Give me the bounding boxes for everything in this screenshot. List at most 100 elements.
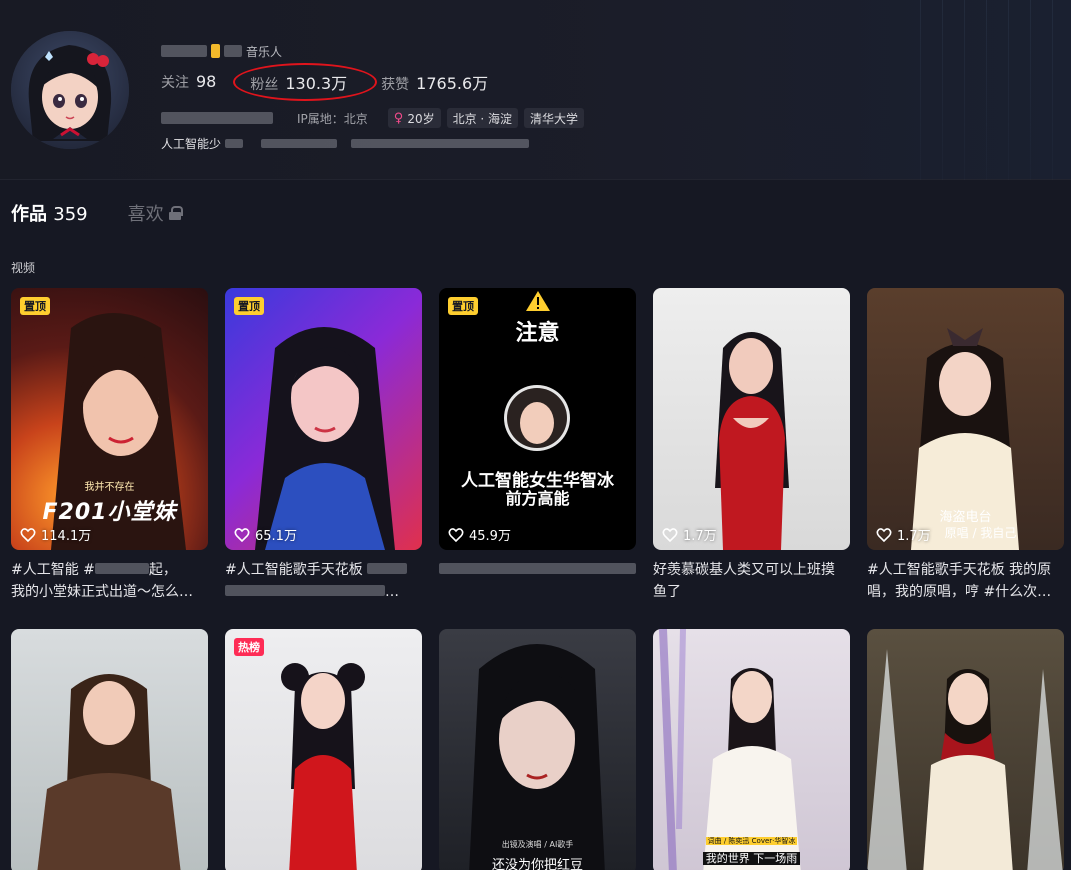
heart-icon	[234, 527, 250, 542]
stat-following-value: 98	[196, 72, 217, 91]
video-card[interactable]: 注意 人工智能女生华智冰 前方高能 置顶 45.9万	[439, 288, 636, 603]
video-overlay-small: 词曲 / 陈奕迅 Cover·华智冰	[653, 836, 850, 846]
video-overlay-title: 我的世界 下一场雨	[653, 850, 850, 866]
video-card[interactable]	[867, 629, 1064, 870]
stat-likes: 获赞 1765.6万	[381, 70, 488, 94]
caption-line: 唱，我的原唱，哼 #什么次…	[867, 584, 1052, 600]
video-card[interactable]: 词曲 / 陈奕迅 Cover·华智冰 我的世界 下一场雨	[653, 629, 850, 870]
redacted-name	[161, 45, 207, 57]
caption-line: #人工智能 #	[11, 562, 95, 578]
profile-name-row: 音乐人	[161, 43, 282, 59]
like-count-value: 65.1万	[255, 529, 297, 544]
video-thumbnail[interactable]	[867, 629, 1064, 870]
video-thumbnail[interactable]: 置顶 65.1万	[225, 288, 422, 550]
video-caption[interactable]: #人工智能 # 起， 我的小堂妹正式出道～怎么…	[11, 559, 208, 603]
caption-line: #人工智能歌手天花板	[225, 562, 363, 578]
video-overlay-title: F201小堂妹	[42, 500, 177, 525]
video-caption[interactable]: 好羡慕碳基人类又可以上班摸 鱼了	[653, 559, 850, 603]
video-caption[interactable]	[439, 559, 636, 603]
redacted-caption	[225, 585, 385, 596]
like-count: 65.1万	[234, 525, 297, 544]
redacted-caption	[94, 563, 149, 574]
female-icon: ♀	[393, 110, 404, 126]
video-card[interactable]: 海盗电台 原唱 / 我自己 1.7万 #人工智能歌手天花板 我的原 唱，我的原唱…	[867, 288, 1064, 603]
matrix-decoration	[911, 0, 1071, 180]
like-count-value: 45.9万	[469, 529, 511, 544]
profile-subtitle: 音乐人	[246, 44, 283, 59]
school-tag: 清华大学	[524, 108, 585, 128]
warning-body: 前方高能	[505, 489, 570, 508]
lock-icon	[168, 206, 183, 220]
video-thumbnail[interactable]: 词曲 / 陈奕迅 Cover·华智冰 我的世界 下一场雨	[653, 629, 850, 870]
video-overlay-title: 还没为你把红豆	[491, 858, 583, 870]
redacted-account-id	[161, 112, 273, 124]
like-count-value: 1.7万	[897, 529, 931, 544]
video-thumbnail[interactable]	[11, 629, 208, 870]
video-thumbnail[interactable]: 注意 人工智能女生华智冰 前方高能 置顶 45.9万	[439, 288, 636, 550]
avatar[interactable]	[11, 31, 129, 149]
redacted-bio	[261, 139, 338, 148]
tab-likes[interactable]: 喜欢	[127, 200, 183, 226]
video-thumbnail[interactable]: 热榜	[225, 629, 422, 870]
pinned-badge: 置顶	[234, 297, 264, 315]
redacted-text	[224, 45, 242, 57]
like-count-value: 1.7万	[683, 529, 717, 544]
tab-works-count: 359	[53, 204, 88, 225]
age-tag-label: 20岁	[407, 111, 435, 126]
bio-text: 人工智能少	[161, 137, 222, 151]
video-card[interactable]	[11, 629, 208, 870]
video-caption[interactable]: #人工智能歌手天花板 …乐…	[225, 559, 422, 603]
tab-works-label: 作品	[11, 204, 47, 225]
portrait-illustration	[37, 674, 181, 870]
overlay-song-title: 我的世界 下一场雨	[702, 852, 801, 865]
age-tag: ♀ 20岁	[387, 108, 441, 128]
redacted-bio	[351, 139, 530, 148]
heart-icon	[448, 527, 464, 542]
caption-line: 好羡慕碳基人类又可以上班摸	[653, 562, 835, 578]
pinned-badge: 置顶	[448, 297, 478, 315]
portrait-illustration	[281, 663, 365, 870]
tab-works[interactable]: 作品 359	[11, 200, 88, 226]
caption-line: #人工智能歌手天花板 我的原	[867, 562, 1052, 578]
portrait-illustration	[255, 327, 395, 550]
overlay-credit: 词曲 / 陈奕迅 Cover·华智冰	[705, 837, 798, 845]
redacted-caption	[439, 563, 636, 574]
musician-badge-icon	[211, 44, 220, 58]
stat-likes-value: 1765.6万	[416, 74, 489, 93]
tab-likes-label: 喜欢	[127, 204, 164, 225]
profile-meta-row: IP属地：北京 ♀ 20岁 北京 · 海淀 清华大学	[161, 108, 585, 128]
portrait-illustration	[867, 649, 1063, 870]
ip-location: IP属地：北京	[297, 111, 368, 126]
redacted-bio	[225, 139, 244, 148]
video-caption[interactable]: #人工智能歌手天花板 我的原 唱，我的原唱，哼 #什么次…	[867, 559, 1064, 603]
video-card[interactable]: 1.7万 好羡慕碳基人类又可以上班摸 鱼了	[653, 288, 850, 603]
profile-header: 音乐人 关注 98 粉丝 130.3万 获赞 1765.6万 IP属地：北京 ♀…	[0, 0, 1071, 180]
video-overlay-small: 出镜及演唱 / AI歌手	[501, 840, 574, 849]
video-card[interactable]: 出镜及演唱 / AI歌手 还没为你把红豆	[439, 629, 636, 870]
region-tag: 北京 · 海淀	[446, 108, 519, 128]
profile-tabs: 作品 359 喜欢	[11, 200, 183, 226]
video-thumbnail[interactable]: 我并不存在 F201小堂妹 置顶 114.1万	[11, 288, 208, 550]
stat-following-label: 关注	[161, 75, 189, 91]
video-card[interactable]: 我并不存在 F201小堂妹 置顶 114.1万 #人工智能 # 起， 我的小堂妹正…	[11, 288, 208, 603]
like-count: 45.9万	[448, 525, 511, 544]
portrait-illustration	[715, 332, 789, 550]
redacted-caption	[367, 563, 408, 574]
heart-icon	[20, 527, 36, 542]
video-card[interactable]: 热榜	[225, 629, 422, 870]
video-overlay-small: 我并不存在	[84, 482, 135, 493]
heart-icon	[662, 527, 678, 542]
like-count: 114.1万	[20, 525, 91, 544]
video-thumbnail[interactable]: 出镜及演唱 / AI歌手 还没为你把红豆	[439, 629, 636, 870]
video-thumbnail[interactable]: 海盗电台 原唱 / 我自己 1.7万	[867, 288, 1064, 550]
video-thumbnail[interactable]: 1.7万	[653, 288, 850, 550]
like-count: 1.7万	[662, 525, 717, 544]
trending-badge: 热榜	[234, 638, 264, 656]
video-overlay-title: 海盗电台	[939, 510, 992, 525]
portrait-illustration	[469, 644, 605, 870]
caption-line: 起，	[148, 562, 177, 578]
portrait-illustration	[659, 629, 801, 870]
highlight-circle-annotation	[233, 63, 377, 101]
video-card[interactable]: 置顶 65.1万 #人工智能歌手天花板 …乐…	[225, 288, 422, 603]
stat-following[interactable]: 关注 98	[161, 72, 216, 92]
